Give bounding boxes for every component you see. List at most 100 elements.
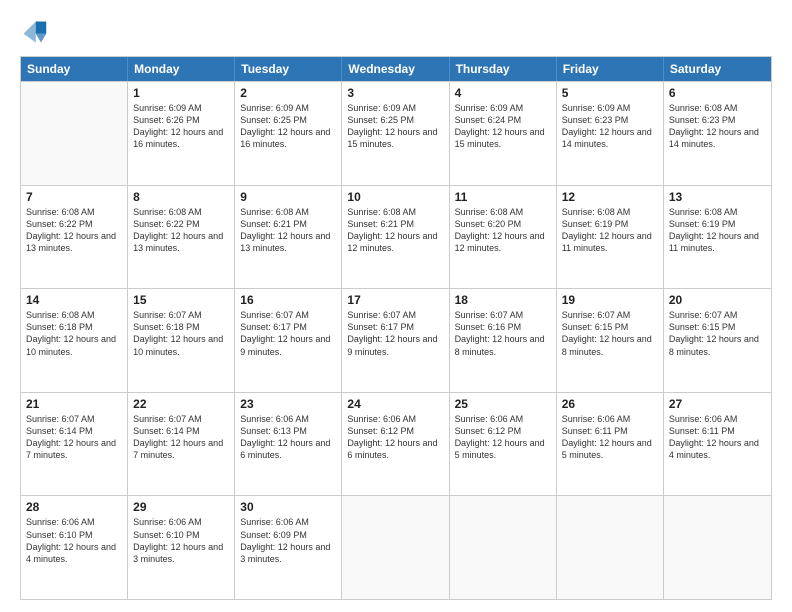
cal-cell-16: 16Sunrise: 6:07 AM Sunset: 6:17 PM Dayli… (235, 289, 342, 392)
cal-cell-6: 6 Sunrise: 6:08 AM Sunset: 6:23 PM Daylig… (664, 82, 771, 185)
cell-info: Sunrise: 6:08 AM Sunset: 6:19 PM Dayligh… (562, 206, 658, 255)
calendar-row-3: 21 Sunrise: 6:07 AM Sunset: 6:14 PM Dayli… (21, 392, 771, 496)
cell-info: Sunrise: 6:08 AM Sunset: 6:22 PM Dayligh… (133, 206, 229, 255)
cal-cell-19: 19 Sunrise: 6:07 AM Sunset: 6:15 PM Dayli… (557, 289, 664, 392)
day-number: 28 (26, 500, 122, 514)
cell-info: Sunrise: 6:06 AM Sunset: 6:11 PM Dayligh… (669, 413, 766, 462)
cell-info: Sunrise: 6:09 AM Sunset: 6:23 PM Dayligh… (562, 102, 658, 151)
cell-info: Sunrise: 6:07 AM Sunset: 6:15 PM Dayligh… (669, 309, 766, 358)
day-number: 7 (26, 190, 122, 204)
cell-info: Sunrise: 6:07 AM Sunset: 6:16 PM Dayligh… (455, 309, 551, 358)
calendar: SundayMondayTuesdayWednesdayThursdayFrid… (20, 56, 772, 600)
header-day-sunday: Sunday (21, 57, 128, 81)
header-day-tuesday: Tuesday (235, 57, 342, 81)
cell-info: Sunrise: 6:06 AM Sunset: 6:10 PM Dayligh… (26, 516, 122, 565)
cell-info: Sunrise: 6:08 AM Sunset: 6:21 PM Dayligh… (347, 206, 443, 255)
day-number: 10 (347, 190, 443, 204)
cell-info: Sunrise: 6:08 AM Sunset: 6:19 PM Dayligh… (669, 206, 766, 255)
day-number: 8 (133, 190, 229, 204)
cal-cell-17: 17 Sunrise: 6:07 AM Sunset: 6:17 PM Dayli… (342, 289, 449, 392)
calendar-body: 1Sunrise: 6:09 AM Sunset: 6:26 PM Daylig… (21, 81, 771, 599)
cell-info: Sunrise: 6:07 AM Sunset: 6:17 PM Dayligh… (347, 309, 443, 358)
cal-cell-24: 24 Sunrise: 6:06 AM Sunset: 6:12 PM Dayli… (342, 393, 449, 496)
day-number: 5 (562, 86, 658, 100)
cal-cell-27: 27 Sunrise: 6:06 AM Sunset: 6:11 PM Dayli… (664, 393, 771, 496)
day-number: 16 (240, 293, 336, 307)
cal-cell-10: 10 Sunrise: 6:08 AM Sunset: 6:21 PM Dayli… (342, 186, 449, 289)
cal-cell-5: 5 Sunrise: 6:09 AM Sunset: 6:23 PM Daylig… (557, 82, 664, 185)
cal-cell-4: 4 Sunrise: 6:09 AM Sunset: 6:24 PM Daylig… (450, 82, 557, 185)
day-number: 21 (26, 397, 122, 411)
cal-cell-empty-4-4 (450, 496, 557, 599)
day-number: 20 (669, 293, 766, 307)
cal-cell-26: 26Sunrise: 6:06 AM Sunset: 6:11 PM Dayli… (557, 393, 664, 496)
cal-cell-2: 2 Sunrise: 6:09 AM Sunset: 6:25 PM Daylig… (235, 82, 342, 185)
cal-cell-empty-4-5 (557, 496, 664, 599)
cell-info: Sunrise: 6:06 AM Sunset: 6:09 PM Dayligh… (240, 516, 336, 565)
cal-cell-13: 13 Sunrise: 6:08 AM Sunset: 6:19 PM Dayli… (664, 186, 771, 289)
cell-info: Sunrise: 6:06 AM Sunset: 6:12 PM Dayligh… (455, 413, 551, 462)
cell-info: Sunrise: 6:09 AM Sunset: 6:25 PM Dayligh… (347, 102, 443, 151)
day-number: 30 (240, 500, 336, 514)
cal-cell-8: 8 Sunrise: 6:08 AM Sunset: 6:22 PM Daylig… (128, 186, 235, 289)
cell-info: Sunrise: 6:08 AM Sunset: 6:22 PM Dayligh… (26, 206, 122, 255)
cell-info: Sunrise: 6:07 AM Sunset: 6:14 PM Dayligh… (26, 413, 122, 462)
page: SundayMondayTuesdayWednesdayThursdayFrid… (0, 0, 792, 612)
calendar-row-2: 14 Sunrise: 6:08 AM Sunset: 6:18 PM Dayli… (21, 288, 771, 392)
day-number: 11 (455, 190, 551, 204)
cal-cell-15: 15 Sunrise: 6:07 AM Sunset: 6:18 PM Dayli… (128, 289, 235, 392)
day-number: 9 (240, 190, 336, 204)
cal-cell-28: 28 Sunrise: 6:06 AM Sunset: 6:10 PM Dayli… (21, 496, 128, 599)
header-day-friday: Friday (557, 57, 664, 81)
day-number: 17 (347, 293, 443, 307)
day-number: 13 (669, 190, 766, 204)
day-number: 18 (455, 293, 551, 307)
cal-cell-9: 9 Sunrise: 6:08 AM Sunset: 6:21 PM Daylig… (235, 186, 342, 289)
cal-cell-3: 3 Sunrise: 6:09 AM Sunset: 6:25 PM Daylig… (342, 82, 449, 185)
cell-info: Sunrise: 6:06 AM Sunset: 6:10 PM Dayligh… (133, 516, 229, 565)
calendar-row-1: 7 Sunrise: 6:08 AM Sunset: 6:22 PM Daylig… (21, 185, 771, 289)
day-number: 15 (133, 293, 229, 307)
cal-cell-18: 18 Sunrise: 6:07 AM Sunset: 6:16 PM Dayli… (450, 289, 557, 392)
cal-cell-12: 12 Sunrise: 6:08 AM Sunset: 6:19 PM Dayli… (557, 186, 664, 289)
header-day-monday: Monday (128, 57, 235, 81)
header (20, 18, 772, 46)
cell-info: Sunrise: 6:09 AM Sunset: 6:24 PM Dayligh… (455, 102, 551, 151)
day-number: 19 (562, 293, 658, 307)
day-number: 27 (669, 397, 766, 411)
cell-info: Sunrise: 6:09 AM Sunset: 6:25 PM Dayligh… (240, 102, 336, 151)
cal-cell-25: 25Sunrise: 6:06 AM Sunset: 6:12 PM Dayli… (450, 393, 557, 496)
cell-info: Sunrise: 6:08 AM Sunset: 6:18 PM Dayligh… (26, 309, 122, 358)
day-number: 4 (455, 86, 551, 100)
cell-info: Sunrise: 6:08 AM Sunset: 6:21 PM Dayligh… (240, 206, 336, 255)
day-number: 14 (26, 293, 122, 307)
cal-cell-23: 23Sunrise: 6:06 AM Sunset: 6:13 PM Dayli… (235, 393, 342, 496)
cell-info: Sunrise: 6:08 AM Sunset: 6:23 PM Dayligh… (669, 102, 766, 151)
cal-cell-20: 20 Sunrise: 6:07 AM Sunset: 6:15 PM Dayli… (664, 289, 771, 392)
day-number: 3 (347, 86, 443, 100)
day-number: 24 (347, 397, 443, 411)
logo (20, 18, 52, 46)
day-number: 1 (133, 86, 229, 100)
cell-info: Sunrise: 6:07 AM Sunset: 6:15 PM Dayligh… (562, 309, 658, 358)
cell-info: Sunrise: 6:06 AM Sunset: 6:12 PM Dayligh… (347, 413, 443, 462)
cal-cell-29: 29Sunrise: 6:06 AM Sunset: 6:10 PM Dayli… (128, 496, 235, 599)
cal-cell-22: 22Sunrise: 6:07 AM Sunset: 6:14 PM Dayli… (128, 393, 235, 496)
header-day-saturday: Saturday (664, 57, 771, 81)
day-number: 6 (669, 86, 766, 100)
day-number: 26 (562, 397, 658, 411)
cell-info: Sunrise: 6:06 AM Sunset: 6:13 PM Dayligh… (240, 413, 336, 462)
header-day-thursday: Thursday (450, 57, 557, 81)
cal-cell-30: 30 Sunrise: 6:06 AM Sunset: 6:09 PM Dayli… (235, 496, 342, 599)
cal-cell-21: 21 Sunrise: 6:07 AM Sunset: 6:14 PM Dayli… (21, 393, 128, 496)
cell-info: Sunrise: 6:07 AM Sunset: 6:14 PM Dayligh… (133, 413, 229, 462)
cell-info: Sunrise: 6:08 AM Sunset: 6:20 PM Dayligh… (455, 206, 551, 255)
cal-cell-1: 1Sunrise: 6:09 AM Sunset: 6:26 PM Daylig… (128, 82, 235, 185)
cell-info: Sunrise: 6:07 AM Sunset: 6:18 PM Dayligh… (133, 309, 229, 358)
calendar-row-4: 28 Sunrise: 6:06 AM Sunset: 6:10 PM Dayli… (21, 495, 771, 599)
cal-cell-empty-0-0 (21, 82, 128, 185)
day-number: 2 (240, 86, 336, 100)
calendar-row-0: 1Sunrise: 6:09 AM Sunset: 6:26 PM Daylig… (21, 81, 771, 185)
day-number: 12 (562, 190, 658, 204)
cal-cell-11: 11 Sunrise: 6:08 AM Sunset: 6:20 PM Dayli… (450, 186, 557, 289)
